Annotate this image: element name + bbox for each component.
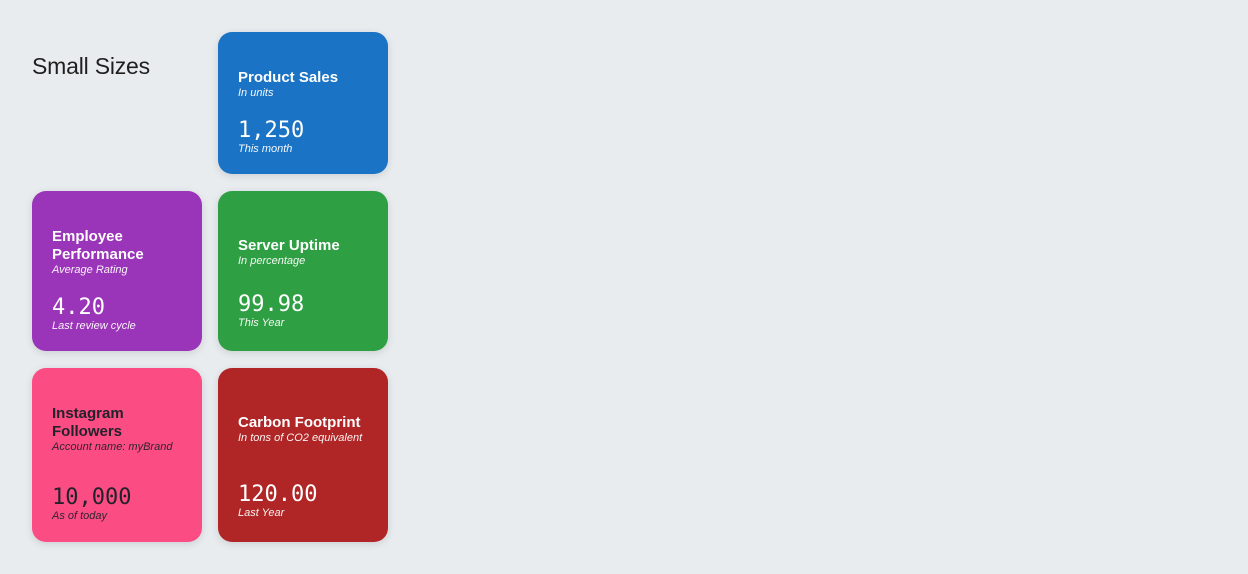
card-caption: As of today bbox=[52, 510, 108, 522]
instagram-followers-card: Instagram Followers Account name: myBran… bbox=[32, 368, 202, 542]
card-value: 1,250 bbox=[238, 118, 305, 143]
card-title: Employee Performance bbox=[52, 228, 144, 263]
card-title: Product Sales bbox=[238, 69, 339, 86]
card-subtitle: Average Rating bbox=[52, 264, 128, 276]
card-title: Server Uptime bbox=[238, 237, 340, 254]
product-sales-card: Product Sales In units 1,250 This month bbox=[218, 32, 388, 174]
card-caption: This month bbox=[238, 143, 293, 155]
card-value: 99.98 bbox=[238, 292, 305, 317]
section-title: Small Sizes bbox=[32, 53, 150, 79]
server-uptime-card: Server Uptime In percentage 99.98 This Y… bbox=[218, 191, 388, 351]
card-caption: Last Year bbox=[238, 507, 285, 519]
card-title: Carbon Footprint bbox=[238, 414, 361, 431]
card-caption: This Year bbox=[238, 317, 285, 329]
card-caption: Last review cycle bbox=[52, 320, 136, 332]
card-title: Instagram Followers bbox=[52, 405, 124, 440]
card-subtitle: In tons of CO2 equivalent bbox=[238, 432, 363, 444]
card-subtitle: In units bbox=[238, 87, 274, 99]
employee-performance-card: Employee Performance Average Rating 4.20… bbox=[32, 191, 202, 351]
card-value: 120.00 bbox=[238, 482, 318, 507]
card-subtitle: In percentage bbox=[238, 255, 306, 267]
carbon-footprint-card: Carbon Footprint In tons of CO2 equivale… bbox=[218, 368, 388, 542]
card-subtitle: Account name: myBrand bbox=[52, 441, 173, 453]
card-value: 4.20 bbox=[52, 295, 105, 320]
card-value: 10,000 bbox=[52, 485, 132, 510]
